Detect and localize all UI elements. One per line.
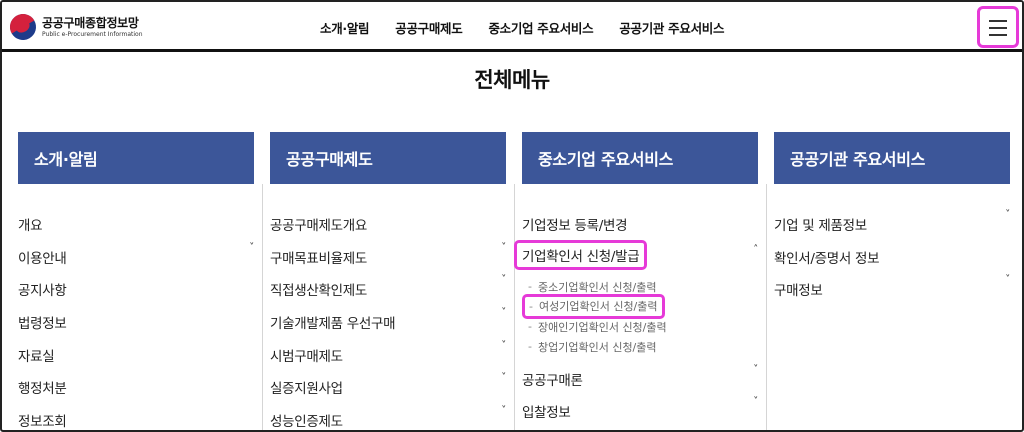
chevron-down-icon[interactable]: ˅ [249,242,254,253]
column-divider [766,184,767,430]
app-frame: 공공구매종합정보망 Public e-Procurement Informati… [0,0,1024,432]
highlight-company-certificate[interactable]: 기업확인서 신청/발급 [514,239,648,270]
dash-icon: - [528,320,532,334]
menu-item-company-product-info[interactable]: 기업 및 제품정보 ˅ [774,209,1010,247]
page-title: 전체메뉴 [474,68,550,92]
submenu-item-women-certificate[interactable]: - 여성기업확인서 신청/출력 [522,293,758,319]
column-header[interactable]: 중소기업 주요서비스 [522,132,758,184]
nav-procurement-system[interactable]: 공공구매제도 [395,18,463,37]
top-navigation: 소개·알림 공공구매제도 중소기업 주요서비스 공공기관 주요서비스 [320,18,750,37]
menu-item-demonstration-support[interactable]: 실증지원사업 ˅ [270,372,506,410]
menu-item-usage-guide[interactable]: 이용안내 ˅ [18,242,254,280]
menu-item-overview[interactable]: 개요 [18,214,254,247]
menu-item-company-certificate[interactable]: 기업확인서 신청/발급 ˄ [514,239,758,277]
chevron-down-icon[interactable]: ˅ [1005,274,1010,285]
dash-icon: - [528,340,532,354]
menu-item-law-info[interactable]: 법령정보 [18,312,254,345]
chevron-down-icon[interactable]: ˅ [501,242,506,253]
chevron-down-icon[interactable]: ˅ [501,372,506,383]
logo-title: 공공구매종합정보망 [42,15,139,30]
menu-column-procurement-system: 공공구매제도 공공구매제도개요 구매목표비율제도 ˅ 직접생산확인제도 ˅ 기술개발… [270,132,506,430]
menu-column-intro: 소개·알림 개요 이용안내 ˅ 공지사항 법령정보 자료실 행정처분 정보조회 [18,132,254,430]
chevron-down-icon[interactable]: ˅ [753,396,758,407]
hamburger-menu-button[interactable] [977,6,1019,48]
dash-icon: - [529,299,533,313]
menu-column-public-agency-services: 공공기관 주요서비스 기업 및 제품정보 ˅ 확인서/증명서 정보 구매정보 ˅ [774,132,1010,430]
site-header: 공공구매종합정보망 Public e-Procurement Informati… [2,2,1022,52]
menu-item-direct-production[interactable]: 직접생산확인제도 ˅ [270,274,506,312]
menu-item-notices[interactable]: 공지사항 [18,279,254,312]
menu-column-sme-services: 중소기업 주요서비스 기업정보 등록/변경 기업확인서 신청/발급 ˄ - 중소기… [514,132,758,430]
nav-intro[interactable]: 소개·알림 [320,18,370,37]
chevron-down-icon[interactable]: ˅ [501,405,506,416]
chevron-down-icon[interactable]: ˅ [501,307,506,318]
dash-icon: - [528,280,532,294]
column-header[interactable]: 소개·알림 [18,132,254,184]
column-header[interactable]: 공공기관 주요서비스 [774,132,1010,184]
menu-item-tech-priority-purchase[interactable]: 기술개발제품 우선구매 ˅ [270,307,506,345]
column-divider [262,184,263,430]
nav-sme-services[interactable]: 중소기업 주요서비스 [488,18,593,37]
submenu-item-disabled-certificate[interactable]: - 장애인기업확인서 신청/출력 [522,317,758,337]
highlight-women-certificate: 여성기업확인서 신청/출력 [538,300,658,314]
submenu-item-startup-certificate[interactable]: - 창업기업확인서 신청/출력 [522,337,758,357]
hamburger-icon [989,20,1007,22]
chevron-down-icon[interactable]: ˅ [501,274,506,285]
taegeuk-emblem-icon [5,9,41,45]
chevron-down-icon[interactable]: ˅ [753,364,758,375]
menu-item-bid-info[interactable]: 입찰정보 ˅ [522,396,758,430]
column-header[interactable]: 공공구매제도 [270,132,506,184]
menu-item-info-lookup[interactable]: 정보조회 [18,410,254,430]
chevron-up-icon[interactable]: ˄ [753,244,758,255]
chevron-down-icon[interactable]: ˅ [501,340,506,351]
menu-item-procurement-overview[interactable]: 공공구매제도개요 [270,214,506,247]
logo-subtitle: Public e-Procurement Information [42,30,143,38]
menu-item-target-ratio[interactable]: 구매목표비율제도 ˅ [270,242,506,280]
site-logo[interactable]: 공공구매종합정보망 Public e-Procurement Informati… [5,9,143,45]
chevron-down-icon[interactable]: ˅ [1005,209,1010,220]
menu-item-sanctions[interactable]: 행정처분 [18,377,254,410]
menu-item-public-purchase-loan[interactable]: 공공구매론 ˅ [522,364,758,402]
column-divider [514,184,515,430]
menu-item-performance-cert[interactable]: 성능인증제도 ˅ [270,405,506,430]
menu-item-certificate-info[interactable]: 확인서/증명서 정보 [774,247,1010,280]
nav-public-agency-services[interactable]: 공공기관 주요서비스 [619,18,724,37]
menu-item-pilot-purchase[interactable]: 시범구매제도 ˅ [270,340,506,378]
menu-item-purchase-info[interactable]: 구매정보 ˅ [774,274,1010,312]
menu-item-archive[interactable]: 자료실 [18,345,254,378]
